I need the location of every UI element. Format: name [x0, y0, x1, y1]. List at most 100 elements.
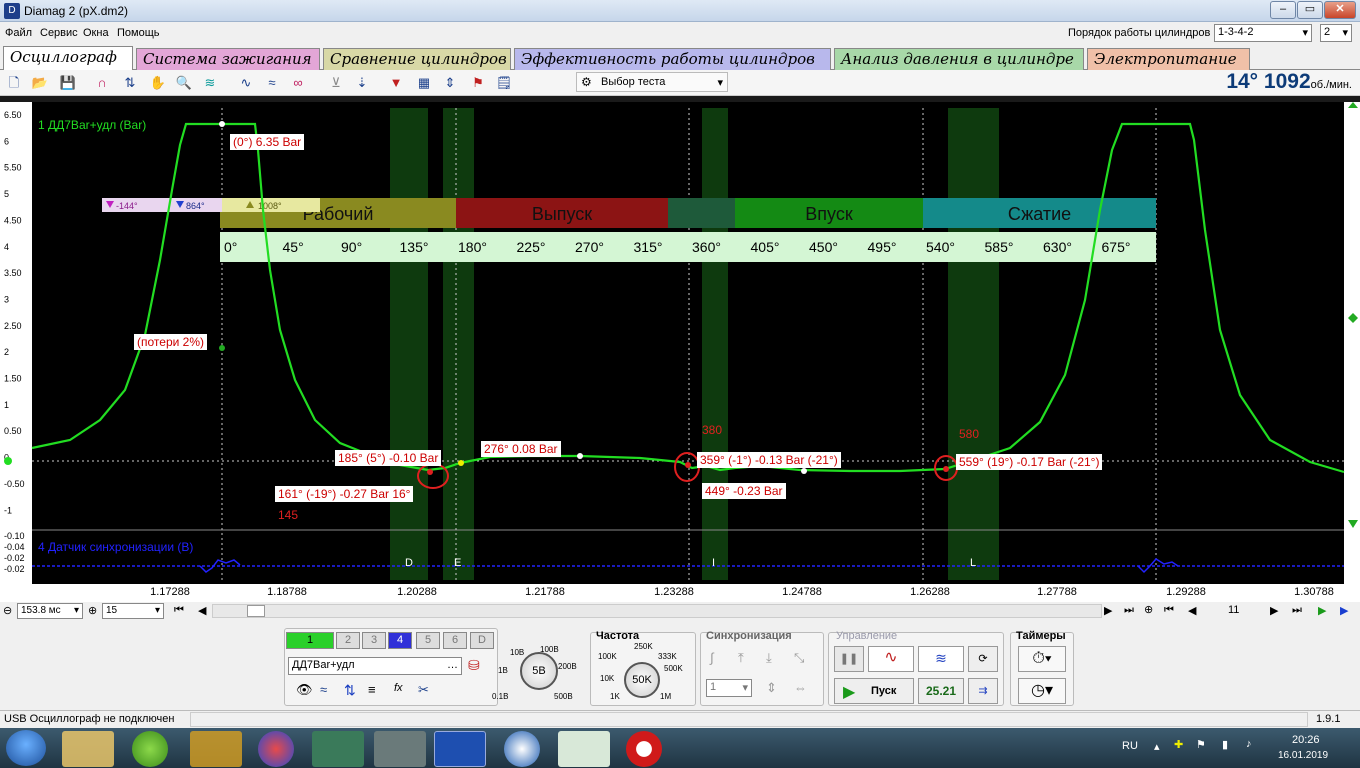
- tab-ignition[interactable]: Система зажигания: [136, 48, 320, 70]
- start-button[interactable]: ▶ Пуск: [834, 678, 914, 704]
- tools-icon[interactable]: ✂: [418, 682, 429, 698]
- cylinder-order-select[interactable]: 1-3-4-2 ▾: [1214, 24, 1312, 42]
- channel-button-5[interactable]: 5: [416, 632, 440, 649]
- volt-dial[interactable]: 5В 10В 100В 1В 200В 0.1В 500В: [492, 634, 582, 706]
- fast-forward-icon[interactable]: ⏭: [1292, 604, 1302, 617]
- app-tool-icon[interactable]: [190, 731, 242, 767]
- opera-icon[interactable]: [626, 731, 662, 767]
- tray-plus-icon[interactable]: ✚: [1174, 738, 1183, 751]
- note-icon[interactable]: 🗒: [494, 73, 514, 93]
- app-plus-icon[interactable]: [132, 731, 168, 767]
- hand-pan-icon[interactable]: ✋: [148, 73, 168, 93]
- count-select[interactable]: 15 ▾: [102, 603, 164, 619]
- split-icon[interactable]: ⇕: [440, 73, 460, 93]
- zero-offset-icon[interactable]: ⇣: [352, 73, 372, 93]
- zoom-in-icon[interactable]: ⊕: [88, 604, 97, 617]
- start-menu-icon[interactable]: [6, 730, 46, 766]
- eye-icon[interactable]: 👁: [296, 682, 313, 698]
- zoom-icon[interactable]: 🔍: [174, 73, 194, 93]
- clock-date[interactable]: 16.01.2019: [1278, 750, 1328, 761]
- cursor-measure-icon[interactable]: ⇅: [120, 73, 140, 93]
- timer-2-button[interactable]: ◷▾: [1018, 678, 1066, 704]
- tab-cylinder-compare[interactable]: Сравнение цилиндров: [323, 48, 511, 70]
- diamag-taskbar-icon[interactable]: [434, 731, 486, 767]
- grid-icon[interactable]: ▦: [414, 73, 434, 93]
- noise-mode-button[interactable]: ≋: [918, 646, 964, 672]
- sine-mode-button[interactable]: ∿: [868, 646, 914, 672]
- app-monitor-icon[interactable]: [312, 731, 364, 767]
- sync-split-icon[interactable]: ⇕: [766, 680, 777, 696]
- minimize-button[interactable]: –: [1270, 1, 1296, 19]
- step-back-icon[interactable]: ◀: [1188, 604, 1196, 617]
- time-scale-select[interactable]: 153.8 мс ▾: [17, 603, 83, 619]
- channel-name-field[interactable]: ДД7Bar+удл…: [288, 657, 462, 675]
- channel-button-1[interactable]: 1: [286, 632, 334, 649]
- menu-help[interactable]: Помощь: [117, 27, 160, 39]
- auto-icon[interactable]: ⟳: [968, 646, 998, 672]
- test-select[interactable]: ⚙ Выбор теста ▾: [576, 72, 728, 92]
- volt-knob[interactable]: 5В: [520, 652, 558, 690]
- menu-service[interactable]: Сервис: [40, 27, 78, 39]
- menu-file[interactable]: Файл: [5, 27, 32, 39]
- sensor-icon[interactable]: ⛁: [468, 657, 480, 674]
- play-icon[interactable]: ▶: [1318, 604, 1326, 617]
- zoom-plus-icon[interactable]: ⊕: [1144, 603, 1153, 616]
- flag-icon[interactable]: ⚑: [468, 73, 488, 93]
- sync-rise-icon[interactable]: ⤒: [738, 650, 744, 666]
- save-icon[interactable]: 💾: [58, 73, 78, 93]
- app-t-icon[interactable]: [504, 731, 540, 767]
- sync-slope-icon[interactable]: ∫: [710, 650, 714, 665]
- close-button[interactable]: ✕: [1324, 1, 1356, 19]
- channel-button-2[interactable]: 2: [336, 632, 360, 649]
- app-doc-icon[interactable]: [558, 731, 610, 767]
- channel-button-3[interactable]: 3: [362, 632, 386, 649]
- sync-fall-icon[interactable]: ⤓: [766, 650, 772, 666]
- menu-windows[interactable]: Окна: [83, 27, 109, 39]
- open-folder-icon[interactable]: 📂: [30, 73, 50, 93]
- maximize-button[interactable]: ▭: [1297, 1, 1323, 19]
- sync-auto-icon[interactable]: ⤡: [794, 650, 804, 666]
- explorer-icon[interactable]: [62, 731, 114, 767]
- lines-icon[interactable]: ≡: [368, 682, 376, 697]
- new-file-icon[interactable]: 🗋: [4, 73, 24, 93]
- cylinder-select[interactable]: 2 ▾: [1320, 24, 1352, 42]
- tab-oscilloscope[interactable]: Осциллограф: [3, 46, 133, 70]
- auto-sync-icon[interactable]: ⇉: [968, 678, 998, 704]
- tray-volume-icon[interactable]: ♪: [1246, 738, 1252, 750]
- prev-page-icon[interactable]: ◀: [198, 604, 206, 617]
- markers-icon[interactable]: ▼: [386, 73, 406, 93]
- filter-icon[interactable]: ≋: [200, 73, 220, 93]
- tray-signal-icon[interactable]: ▮: [1222, 738, 1228, 751]
- timer-1-button[interactable]: ⏱▾: [1018, 646, 1066, 672]
- channel1-offset-icon[interactable]: [4, 457, 12, 465]
- play-blue-icon[interactable]: ▶: [1340, 604, 1348, 617]
- tab-power-supply[interactable]: Электропитание: [1087, 48, 1250, 70]
- wave-icon[interactable]: ∿: [236, 73, 256, 93]
- frequency-dial[interactable]: 50K 250K 100K 333K 10K 500K 1K 1M: [596, 642, 692, 706]
- tray-flag-icon[interactable]: ⚑: [1196, 738, 1206, 751]
- channel-button-4[interactable]: 4: [388, 632, 412, 649]
- channel-button-6[interactable]: 6: [443, 632, 467, 649]
- step-forward-icon[interactable]: ▶: [1270, 604, 1278, 617]
- horizontal-scrollbar[interactable]: [212, 604, 1102, 618]
- tray-arrow-icon[interactable]: ▴: [1154, 740, 1160, 753]
- zoom-out-icon[interactable]: ⊖: [3, 604, 12, 617]
- frequency-knob[interactable]: 50K: [624, 662, 660, 698]
- app-chip-icon[interactable]: [374, 731, 426, 767]
- wave-compress-icon[interactable]: ≈: [262, 73, 282, 93]
- first-page-icon[interactable]: ⏮: [174, 604, 184, 617]
- oscilloscope-plot[interactable]: 6.5065.5054.5043.5032.5021.5010.500-0.50…: [0, 96, 1360, 584]
- spark-icon[interactable]: ∞: [288, 73, 308, 93]
- next-page-icon[interactable]: ▶: [1104, 604, 1112, 617]
- scroll-thumb[interactable]: [247, 605, 265, 617]
- tab-pressure-analysis[interactable]: Анализ давления в цилиндре: [834, 48, 1084, 70]
- clock-time[interactable]: 20:26: [1292, 734, 1320, 746]
- invert-icon[interactable]: ⇅: [344, 682, 356, 699]
- function-icon[interactable]: fx: [394, 682, 403, 694]
- tab-cylinder-efficiency[interactable]: Эффективность работы цилиндров: [514, 48, 831, 70]
- pause-button[interactable]: ❚❚: [834, 646, 864, 672]
- sync-expand-icon[interactable]: ⇔: [794, 680, 807, 695]
- link-icon[interactable]: ∩: [92, 73, 112, 93]
- sync-channel-select[interactable]: 1 ▾: [706, 679, 752, 697]
- app-globe-icon[interactable]: [258, 731, 294, 767]
